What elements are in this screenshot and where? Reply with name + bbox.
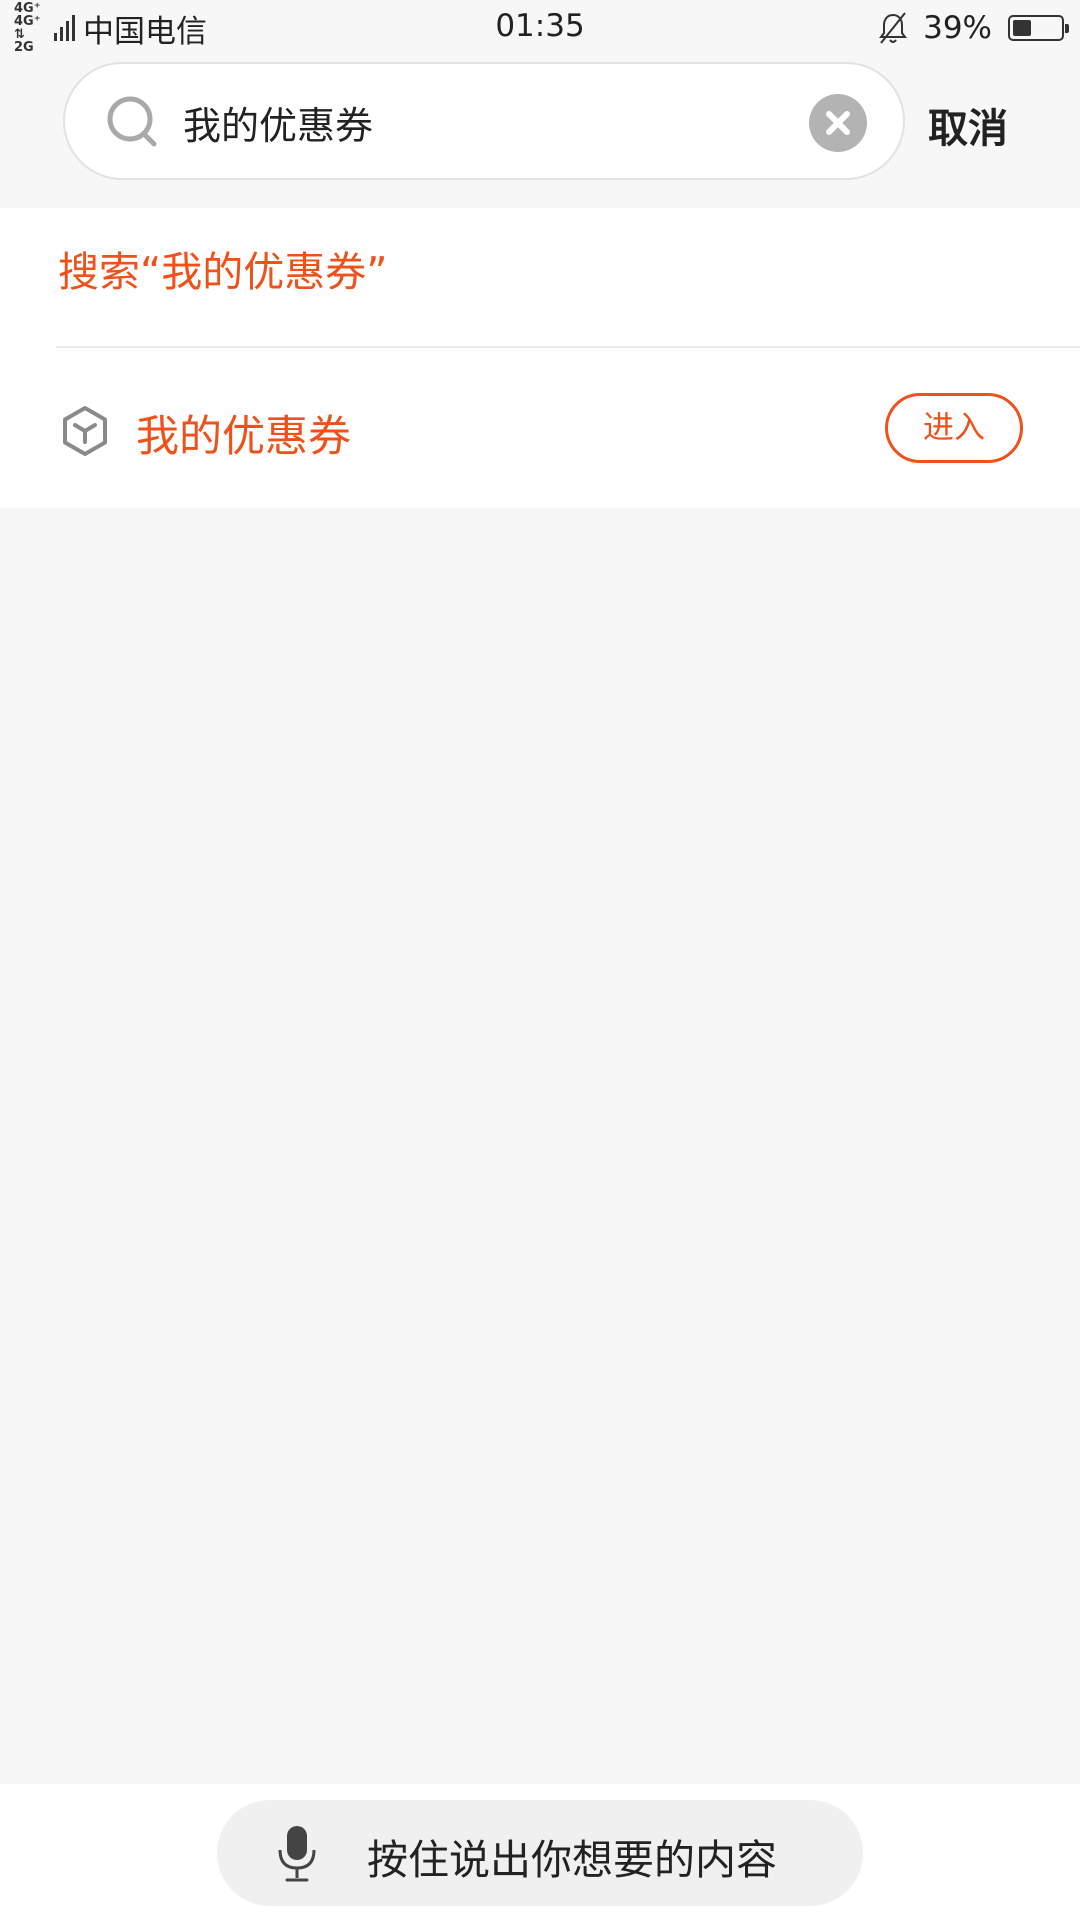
- battery-percent: 39%: [923, 10, 992, 46]
- search-suggestion[interactable]: 搜索“我的优惠券”: [58, 238, 387, 298]
- search-results: 搜索“我的优惠券” 我的优惠券 进入: [0, 208, 1080, 508]
- result-row[interactable]: 我的优惠券 进入: [0, 348, 1080, 508]
- enter-button[interactable]: 进入: [885, 393, 1023, 463]
- voice-input-button[interactable]: 按住说出你想要的内容: [217, 1800, 863, 1906]
- cancel-button[interactable]: 取消: [928, 96, 1008, 154]
- battery-level: [1013, 20, 1031, 36]
- status-bar: 4G⁺ 4G⁺ ⇅ 2G 中国电信 01:35 39%: [0, 0, 1080, 56]
- search-box[interactable]: [63, 62, 905, 180]
- result-title: 我的优惠券: [136, 412, 351, 462]
- status-right: 39%: [877, 8, 1069, 48]
- clear-icon: [826, 111, 850, 135]
- search-input[interactable]: [183, 90, 743, 154]
- voice-input-label: 按住说出你想要的内容: [367, 1836, 777, 1884]
- microphone-icon: [278, 1826, 316, 1882]
- cube-icon: [63, 406, 107, 456]
- battery-icon: [1008, 15, 1069, 41]
- voice-input-bar: 按住说出你想要的内容: [0, 1784, 1080, 1920]
- clear-button[interactable]: [809, 94, 867, 152]
- search-header: 取消: [0, 56, 1080, 208]
- search-icon: [107, 96, 157, 147]
- bell-muted-icon: [879, 12, 908, 44]
